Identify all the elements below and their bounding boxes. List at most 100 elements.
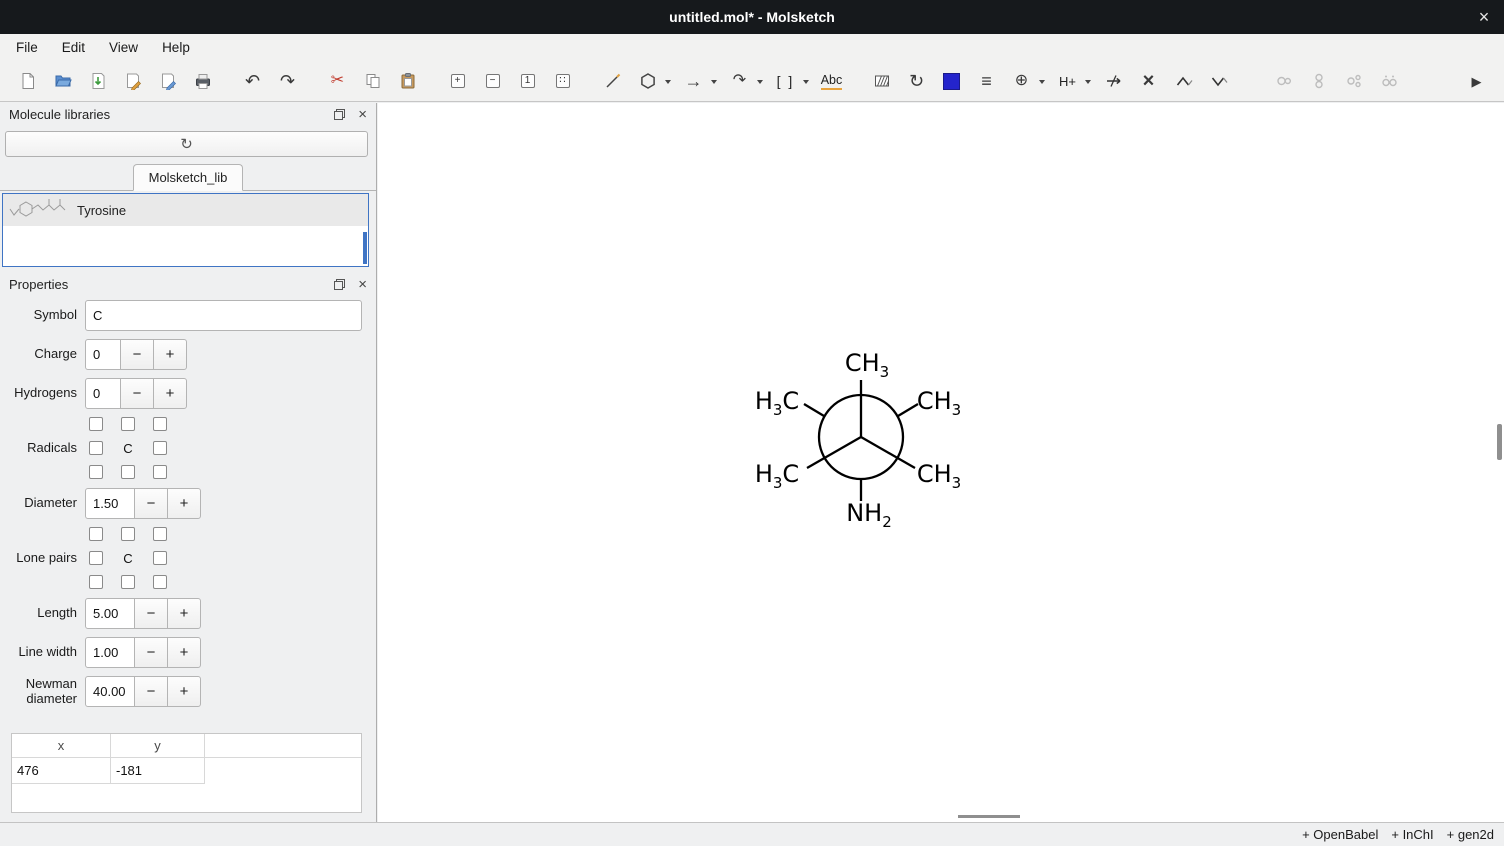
ring-tool[interactable] [633,66,662,96]
open-file-button[interactable] [48,66,77,96]
lone-pair-checkbox[interactable] [153,575,167,589]
vertical-scrollbar-thumb[interactable] [1497,424,1502,460]
menu-view[interactable]: View [97,36,150,59]
float-panel-icon[interactable] [334,279,345,290]
charge-tool-dropdown[interactable] [1039,80,1045,84]
hydrogen-tool-dropdown[interactable] [1085,80,1091,84]
radical-checkbox[interactable] [89,465,103,479]
line-width-decrement-button[interactable]: − [134,637,168,668]
undo-button[interactable]: ↶ [238,66,267,96]
toolbar-extension-button[interactable]: ▶ [1462,66,1491,96]
atom-label-lower-left[interactable]: H3C [755,460,799,492]
hydrogens-input[interactable]: 0 [85,378,121,409]
diameter-increment-button[interactable]: + [167,488,201,519]
newman-diameter-input[interactable]: 40.00 [85,676,135,707]
new-file-button[interactable] [13,66,42,96]
float-panel-icon[interactable] [334,109,345,120]
copy-button[interactable] [358,66,387,96]
chain-down-tool[interactable] [1204,66,1233,96]
print-button[interactable] [188,66,217,96]
color-swatch-button[interactable] [937,66,966,96]
lone-pair-checkbox[interactable] [89,575,103,589]
arrow-tool[interactable]: → [679,66,708,96]
paste-button[interactable] [393,66,422,96]
menu-file[interactable]: File [4,36,50,59]
conformer-tool-3[interactable] [1339,66,1368,96]
radical-checkbox[interactable] [121,465,135,479]
hydrogens-increment-button[interactable]: + [153,378,187,409]
line-style-tool[interactable]: ≡ [972,66,1001,96]
length-input[interactable]: 5.00 [85,598,135,629]
bracket-tool[interactable]: [ ] [771,66,800,96]
radical-checkbox[interactable] [153,465,167,479]
electron-pairs-button[interactable]: ∷ [548,66,577,96]
line-width-increment-button[interactable]: + [167,637,201,668]
text-tool[interactable]: Abc [817,66,846,96]
close-panel-icon[interactable]: × [358,277,367,292]
newman-diameter-increment-button[interactable]: + [167,676,201,707]
radical-checkbox[interactable] [121,417,135,431]
conformer-tool-2[interactable] [1304,66,1333,96]
lone-pair-checkbox[interactable] [89,527,103,541]
cut-button[interactable]: ✂ [323,66,352,96]
charge-tool[interactable]: ⊕ [1007,66,1036,96]
radical-checkbox[interactable] [153,417,167,431]
save-file-button[interactable] [83,66,112,96]
list-item-tyrosine[interactable]: Tyrosine [3,194,368,226]
atom-label-upper-right[interactable]: CH3 [917,387,961,419]
conformer-tool-1[interactable] [1269,66,1298,96]
reaction-arrow-tool[interactable] [1099,66,1128,96]
menu-edit[interactable]: Edit [50,36,97,59]
close-window-button[interactable]: × [1468,0,1500,34]
tab-molsketch-lib[interactable]: Molsketch_lib [133,164,244,191]
draw-bond-tool[interactable] [598,66,627,96]
length-increment-button[interactable]: + [167,598,201,629]
radical-checkbox[interactable] [153,441,167,455]
atom-label-upper-left[interactable]: H3C [755,387,799,419]
hash-bond-tool[interactable] [867,66,896,96]
add-hydrogen-button[interactable]: + [443,66,472,96]
radical-checkbox[interactable] [89,441,103,455]
coordinate-y-cell[interactable]: -181 [111,758,205,784]
lone-pair-checkbox[interactable] [89,551,103,565]
length-decrement-button[interactable]: − [134,598,168,629]
charge-increment-button[interactable]: + [153,339,187,370]
close-panel-icon[interactable]: × [358,107,367,122]
radical-checkbox[interactable] [89,417,103,431]
export-button[interactable] [153,66,182,96]
chain-up-tool[interactable] [1169,66,1198,96]
lone-pair-checkbox[interactable] [153,551,167,565]
diameter-decrement-button[interactable]: − [134,488,168,519]
charge-input[interactable]: 0 [85,339,121,370]
charge-number-button[interactable]: 1 [513,66,542,96]
library-scrollbar-thumb[interactable] [363,232,367,264]
mechanism-arrow-tool[interactable]: ↷ [725,66,754,96]
newman-diameter-decrement-button[interactable]: − [134,676,168,707]
horizontal-scrollbar-thumb[interactable] [958,815,1020,818]
diameter-input[interactable]: 1.50 [85,488,135,519]
remove-hydrogen-button[interactable]: − [478,66,507,96]
symbol-input[interactable]: C [85,300,362,331]
bracket-tool-dropdown[interactable] [803,80,809,84]
conformer-tool-4[interactable] [1374,66,1403,96]
arrow-tool-dropdown[interactable] [711,80,717,84]
drawing-canvas[interactable]: CH3 H3C CH3 H3C CH3 NH2 [378,103,1504,822]
atom-label-lower-right[interactable]: CH3 [917,460,961,492]
line-width-input[interactable]: 1.00 [85,637,135,668]
delete-tool[interactable]: × [1134,66,1163,96]
mechanism-arrow-dropdown[interactable] [757,80,763,84]
hydrogens-decrement-button[interactable]: − [120,378,154,409]
lone-pair-checkbox[interactable] [121,575,135,589]
coordinate-x-cell[interactable]: 476 [12,758,111,784]
save-as-button[interactable] [118,66,147,96]
lone-pair-checkbox[interactable] [121,527,135,541]
menu-help[interactable]: Help [150,36,202,59]
charge-decrement-button[interactable]: − [120,339,154,370]
hydrogen-tool[interactable]: H+ [1053,66,1082,96]
ring-tool-dropdown[interactable] [665,80,671,84]
atom-label-top[interactable]: CH3 [845,349,889,381]
lone-pair-checkbox[interactable] [153,527,167,541]
refresh-library-button[interactable]: ↻ [5,131,368,157]
redo-button[interactable]: ↷ [273,66,302,96]
atom-label-bottom[interactable]: NH2 [846,499,892,531]
